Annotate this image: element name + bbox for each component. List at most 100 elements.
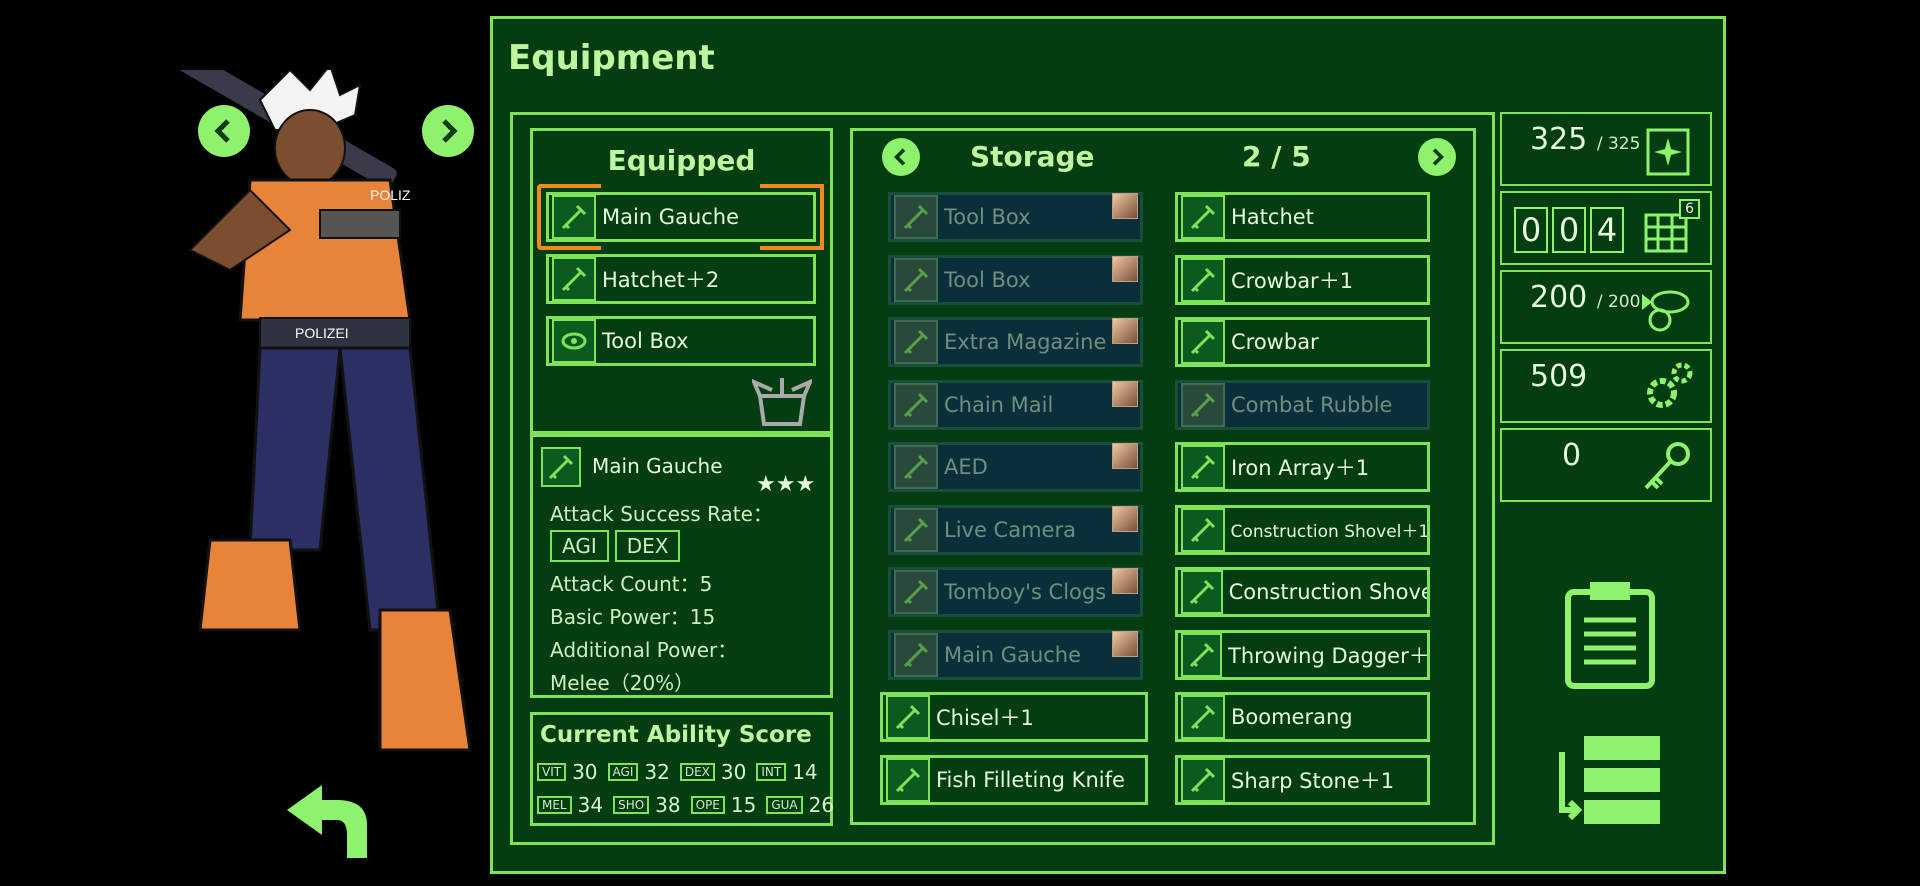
storage-left-item[interactable]: Live Camera xyxy=(888,504,1143,555)
svg-text:POLIZ: POLIZ xyxy=(370,187,411,203)
detail-item-name: Main Gauche xyxy=(592,454,723,478)
weapon-icon xyxy=(1181,257,1225,302)
character-portrait-thumb xyxy=(1112,505,1138,532)
weapon-icon xyxy=(1181,695,1225,739)
weapon-icon xyxy=(894,320,938,364)
weapon-icon xyxy=(894,195,938,239)
storage-right-item[interactable]: Construction Shovel xyxy=(1175,567,1430,617)
chevron-left-icon xyxy=(214,119,230,143)
storage-left-item[interactable]: Chain Mail xyxy=(888,379,1143,430)
swap-icon xyxy=(1559,736,1660,824)
equipped-slot-1[interactable]: Main Gauche xyxy=(546,192,816,242)
character-portrait-thumb xyxy=(1112,568,1138,594)
weapon-icon xyxy=(894,257,938,302)
next-character-button[interactable] xyxy=(422,105,474,157)
equipped-slot-3[interactable]: Tool Box xyxy=(546,316,816,366)
resource-gears: 509 xyxy=(1500,349,1712,423)
character-portrait-thumb xyxy=(1112,318,1138,344)
storage-left-item[interactable]: Tool Box xyxy=(888,192,1143,242)
character-portrait: POLIZ POLIZEI xyxy=(170,48,490,770)
storage-left-item-label: Extra Magazine xyxy=(944,330,1107,354)
weapon-icon xyxy=(1181,570,1223,614)
resource-food: 200 / 200 xyxy=(1500,270,1712,344)
storage-next-page-button[interactable] xyxy=(1418,138,1456,176)
storage-right-item-label: Throwing Dagger＋1 xyxy=(1228,643,1427,668)
weapon-icon xyxy=(1181,507,1225,552)
prev-character-button[interactable] xyxy=(198,105,250,157)
hatchet-icon xyxy=(552,257,596,301)
attack-success-label: Attack Success Rate： xyxy=(550,502,773,526)
storage-left-item[interactable]: Main Gauche xyxy=(888,629,1143,680)
storage-right-item[interactable]: Sharp Stone＋1 xyxy=(1175,754,1430,805)
storage-right-item[interactable]: Hatchet xyxy=(1175,192,1430,242)
tag-dex: DEX xyxy=(614,530,681,562)
detail-divider xyxy=(530,434,833,437)
storage-left-item-label: Tool Box xyxy=(944,267,1031,292)
storage-right-item[interactable]: Crowbar＋1 xyxy=(1175,254,1430,305)
key-icon xyxy=(1644,442,1690,490)
storage-right-item-label: Boomerang xyxy=(1231,705,1353,729)
storage-right-item[interactable]: Combat Rubble xyxy=(1175,379,1430,430)
storage-right-item-label: Iron Array＋1 xyxy=(1231,456,1370,480)
additional-power: Additional Power： xyxy=(550,638,738,662)
return-arrow-icon xyxy=(287,785,367,858)
back-button[interactable] xyxy=(282,780,372,860)
counter-badge: 6 xyxy=(1679,199,1700,219)
unequip-box-icon[interactable] xyxy=(750,374,814,428)
gears-icon xyxy=(1647,362,1693,408)
storage-right-item[interactable]: Iron Array＋1 xyxy=(1175,442,1430,492)
storage-right-item[interactable]: Throwing Dagger＋1 xyxy=(1175,629,1430,680)
weapon-icon xyxy=(1181,757,1225,802)
storage-right-item-label: Combat Rubble xyxy=(1231,392,1393,417)
storage-prev-page-button[interactable] xyxy=(882,138,920,176)
detail-tags: AGI DEX xyxy=(550,530,681,562)
storage-left-item[interactable]: Fish Filleting Knife xyxy=(880,754,1148,805)
weapon-icon xyxy=(1181,195,1225,239)
weapon-icon xyxy=(894,507,938,552)
storage-left-item-label: Main Gauche xyxy=(944,642,1082,667)
storage-left-item[interactable]: Extra Magazine xyxy=(888,317,1143,367)
weapon-icon xyxy=(1181,445,1225,489)
storage-left-item-label: Chain Mail xyxy=(944,392,1054,417)
storage-left-item[interactable]: Tomboy's Clogs xyxy=(888,567,1143,617)
clipboard-button[interactable] xyxy=(1560,580,1660,690)
character-portrait-thumb xyxy=(1112,630,1138,657)
storage-right-item[interactable]: Construction Shovel＋1 xyxy=(1175,504,1430,555)
chevron-left-icon xyxy=(894,148,906,166)
character-portrait-thumb xyxy=(1112,255,1138,282)
storage-right-item-label: Construction Shovel xyxy=(1228,580,1427,604)
storage-left-item-label: Tomboy's Clogs xyxy=(944,580,1107,604)
equipped-slot-label: Hatchet＋2 xyxy=(602,268,720,292)
basic-power: Basic Power：15 xyxy=(550,605,716,629)
storage-right-item-label: Crowbar＋1 xyxy=(1231,268,1354,293)
weapon-icon xyxy=(894,570,938,614)
weapon-icon xyxy=(1181,320,1225,364)
swap-layout-button[interactable] xyxy=(1556,732,1664,828)
equipped-slot-label: Main Gauche xyxy=(602,205,740,229)
weapon-icon xyxy=(886,757,930,802)
storage-left-item-label: Fish Filleting Knife xyxy=(936,767,1125,792)
character-portrait-thumb xyxy=(1112,380,1138,407)
storage-left-item-label: Tool Box xyxy=(944,205,1031,229)
tag-agi: AGI xyxy=(550,530,609,562)
clipboard-icon xyxy=(1565,582,1655,689)
storage-left-item[interactable]: AED xyxy=(888,442,1143,492)
chevron-right-icon xyxy=(442,119,458,143)
weapon-icon xyxy=(894,382,938,427)
ability-title: Current Ability Score xyxy=(540,722,812,748)
storage-right-item-label: Construction Shovel＋1 xyxy=(1230,522,1427,542)
weapon-icon xyxy=(886,695,930,739)
svg-text:POLIZEI: POLIZEI xyxy=(295,325,349,341)
equipped-slot-label: Tool Box xyxy=(602,329,689,353)
storage-left-item[interactable]: Chisel＋1 xyxy=(880,692,1148,742)
weapon-icon xyxy=(1181,632,1222,677)
dagger-icon xyxy=(552,195,596,239)
storage-left-item-label: AED xyxy=(944,455,988,479)
storage-left-item[interactable]: Tool Box xyxy=(888,254,1143,305)
storage-right-item[interactable]: Crowbar xyxy=(1175,317,1430,367)
storage-right-item[interactable]: Boomerang xyxy=(1175,692,1430,742)
sparkle-card-icon xyxy=(1646,128,1690,176)
equipped-slot-2[interactable]: Hatchet＋2 xyxy=(546,254,816,304)
resource-keys: 0 xyxy=(1500,428,1712,502)
chevron-right-icon xyxy=(1432,148,1444,166)
